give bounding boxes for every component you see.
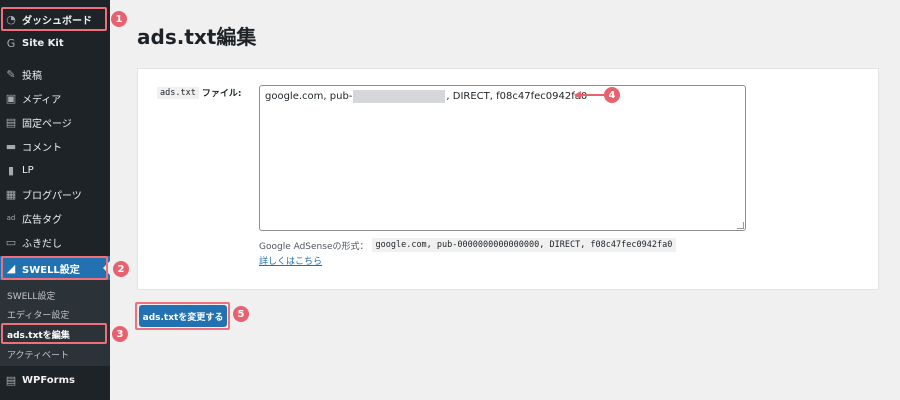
field-label-text: ファイル:: [201, 89, 242, 99]
wpforms-icon: ▤: [5, 373, 17, 387]
sidebar-item-wpforms[interactable]: ▤ WPForms: [0, 368, 110, 392]
sidebar-item-blog-parts[interactable]: ▦ ブログパーツ: [0, 182, 110, 206]
comment-icon: ▬: [5, 139, 17, 153]
sidebar-item-label: Site Kit: [22, 37, 64, 49]
ads-txt-field-label: ads.txt ファイル:: [157, 86, 241, 99]
redacted-publisher-id: [353, 90, 446, 103]
hint-text: Google AdSenseの形式：: [259, 241, 369, 252]
admin-sidebar: ◔ ダッシュボード G Site Kit ✎ 投稿 ▣ メディア ▤ 固定ページ…: [0, 0, 110, 400]
sidebar-item-label: 広告タグ: [22, 214, 62, 226]
submenu-item-swell-settings[interactable]: SWELL設定: [7, 289, 55, 302]
field-label-code: ads.txt: [157, 86, 199, 99]
ads-txt-line: google.com, pub- , DIRECT, f08c47fec0942…: [265, 90, 587, 103]
ads-line-prefix: google.com, pub-: [265, 91, 353, 102]
textarea-resize-handle[interactable]: [737, 222, 744, 229]
submenu-item-edit-ads-txt[interactable]: ads.txtを編集: [7, 328, 70, 341]
blog-parts-icon: ▦: [5, 187, 17, 201]
sidebar-item-label: ダッシュボード: [22, 15, 92, 27]
pin-icon: ✎: [6, 67, 16, 81]
sidebar-item-label: ブログパーツ: [22, 190, 82, 202]
ads-line-suffix: , DIRECT, f08c47fec0942fa0: [446, 91, 588, 102]
swell-icon: ◢: [6, 261, 16, 275]
sidebar-item-posts[interactable]: ✎ 投稿: [0, 62, 110, 86]
sidebar-item-label: 投稿: [22, 70, 42, 82]
hint-code: google.com, pub-0000000000000000, DIRECT…: [371, 238, 677, 252]
sidebar-item-site-kit[interactable]: G Site Kit: [0, 31, 110, 55]
sidebar-item-swell-settings[interactable]: ◢ SWELL設定: [0, 256, 110, 280]
save-ads-txt-button[interactable]: ads.txtを変更する: [139, 305, 227, 327]
annotation-badge-5: 5: [233, 306, 249, 322]
google-g-icon: G: [6, 36, 16, 50]
details-link[interactable]: 詳しくはこちら: [259, 254, 322, 267]
sidebar-item-balloons[interactable]: ▭ ふきだし: [0, 230, 110, 254]
active-menu-arrow: [103, 261, 110, 275]
sidebar-item-label: 固定ページ: [22, 118, 72, 130]
ads-txt-textarea[interactable]: [259, 85, 746, 231]
sidebar-item-label: LP: [22, 164, 34, 176]
annotation-badge-4: 4: [604, 87, 620, 103]
sidebar-item-media[interactable]: ▣ メディア: [0, 86, 110, 110]
annotation-badge-1: 1: [111, 11, 127, 27]
lp-icon: ▮: [7, 163, 15, 177]
sidebar-item-label: SWELL設定: [22, 264, 80, 276]
sidebar-item-pages[interactable]: ▤ 固定ページ: [0, 110, 110, 134]
adsense-format-hint: Google AdSenseの形式： google.com, pub-00000…: [259, 238, 677, 252]
sidebar-item-label: ふきだし: [22, 238, 62, 250]
page-icon: ▤: [5, 115, 17, 129]
sidebar-item-label: メディア: [22, 94, 62, 106]
sidebar-item-dashboard[interactable]: ◔ ダッシュボード: [0, 7, 110, 31]
speech-bubble-icon: ▭: [5, 235, 17, 249]
swell-submenu: SWELL設定 エディター設定 ads.txtを編集 アクティベート: [0, 280, 110, 366]
sidebar-item-lp[interactable]: ▮ LP: [0, 158, 110, 182]
ad-tag-icon: ad: [6, 214, 16, 222]
media-icon: ▣: [5, 91, 17, 105]
annotation-badge-2: 2: [113, 261, 129, 277]
dashboard-icon: ◔: [6, 12, 16, 26]
sidebar-item-label: WPForms: [22, 374, 75, 386]
annotation-badge-3: 3: [112, 326, 128, 342]
sidebar-item-label: コメント: [22, 142, 62, 154]
sidebar-item-comments[interactable]: ▬ コメント: [0, 134, 110, 158]
sidebar-item-ad-tags[interactable]: ad 広告タグ: [0, 206, 110, 230]
submenu-item-editor-settings[interactable]: エディター設定: [7, 308, 69, 321]
submenu-item-activate[interactable]: アクティベート: [7, 348, 69, 361]
page-title: ads.txt編集: [137, 25, 257, 49]
